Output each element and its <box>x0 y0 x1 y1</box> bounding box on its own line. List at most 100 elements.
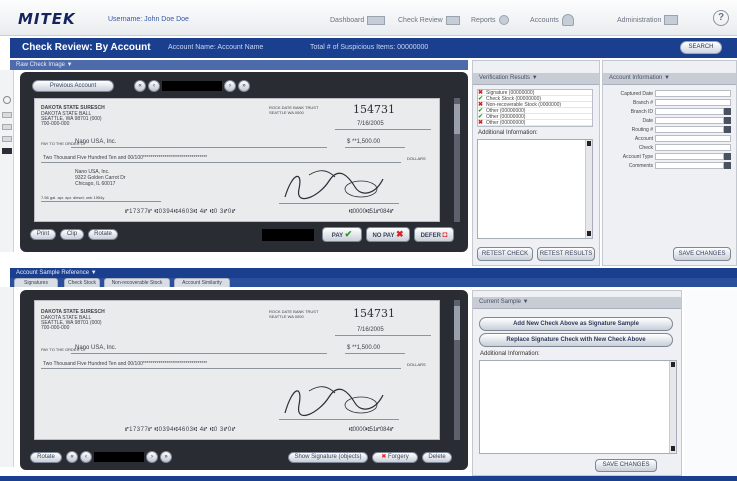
account-field-row: Check <box>603 143 736 152</box>
show-signature-button[interactable]: Show Signature (objects) <box>288 452 368 463</box>
account-fields: Captured Date Branch # Branch ID Date Ro… <box>603 89 736 170</box>
add-sample-button[interactable]: Add New Check Above as Signature Sample <box>479 317 673 331</box>
dropdown-arrow-icon[interactable] <box>724 153 731 160</box>
scroll-up-icon[interactable] <box>587 141 591 146</box>
last-page-icon[interactable]: » <box>238 80 250 92</box>
retest-results-button[interactable]: RETEST RESULTS <box>537 247 595 261</box>
account-field-row: Account <box>603 134 736 143</box>
verification-header[interactable]: Verification Results ▼ <box>473 73 599 85</box>
current-sample-header[interactable]: Current Sample ▼ <box>473 297 681 309</box>
account-type-select[interactable] <box>655 153 724 160</box>
micr-amount: ⑆0000⑆51⑈084⑈ <box>349 209 394 215</box>
signature-image <box>284 386 384 416</box>
scroll-thumb[interactable] <box>454 306 460 340</box>
forgery-label: Forgery <box>388 454 409 460</box>
first-page-icon[interactable]: « <box>134 80 146 92</box>
verification-item[interactable]: ✖ Other (00000000) <box>478 120 592 126</box>
routing-select[interactable] <box>655 126 724 133</box>
sample-rotate-button[interactable]: Rotate <box>30 452 62 463</box>
sample-additional-info-textarea[interactable] <box>479 360 677 454</box>
nav-administration[interactable]: Administration <box>617 13 679 27</box>
dropdown-arrow-icon[interactable] <box>724 162 731 169</box>
account-info-header[interactable]: Account Information ▼ <box>603 73 736 85</box>
scroll-up-icon[interactable] <box>671 362 675 367</box>
save-changes-button[interactable]: SAVE CHANGES <box>673 247 731 261</box>
nav-reports[interactable]: Reports <box>471 13 509 27</box>
account-sample-reference-header[interactable]: Account Sample Reference ▼ <box>10 268 737 278</box>
retest-check-button[interactable]: RETEST CHECK <box>477 247 533 261</box>
viewer-scrollbar[interactable] <box>454 98 460 222</box>
verification-item-label: Other (00000000) <box>486 119 526 126</box>
replace-sample-button[interactable]: Replace Signature Check with New Check A… <box>479 333 673 347</box>
additional-info-textarea[interactable] <box>477 139 593 239</box>
no-pay-button[interactable]: NO PAY ✖ <box>366 227 410 242</box>
memo-line <box>41 201 161 202</box>
written-line <box>41 368 401 369</box>
nav-accounts[interactable]: Accounts <box>530 13 574 27</box>
field-label: Account Type <box>622 153 653 160</box>
delete-button[interactable]: Delete <box>422 452 452 463</box>
sample-viewer-scrollbar[interactable] <box>454 300 460 440</box>
prev-page-icon[interactable]: ‹ <box>148 80 160 92</box>
search-button[interactable]: SEARCH <box>680 41 722 54</box>
branch-id-select[interactable] <box>655 108 724 115</box>
signature-line <box>279 419 399 420</box>
branch-number-field[interactable] <box>655 99 731 106</box>
nav-dashboard[interactable]: Dashboard <box>330 13 386 27</box>
dropdown-arrow-icon[interactable] <box>724 126 731 133</box>
suspicious-total-label: Total # of Suspicious Items: 00000000 <box>310 44 429 51</box>
tool-icon[interactable] <box>2 112 12 118</box>
scroll-thumb[interactable] <box>454 104 460 134</box>
account-field-row: Branch # <box>603 98 736 107</box>
sample-rotate-label: Rotate <box>37 454 55 460</box>
verification-panel: Verification Results ▼ ✖ Signature (00000… <box>472 60 600 266</box>
forgery-button[interactable]: ✖ Forgery <box>372 452 418 463</box>
previous-account-button[interactable]: Previous Account <box>32 80 114 92</box>
raw-check-image-header[interactable]: Raw Check Image ▼ <box>10 60 468 70</box>
check-field[interactable] <box>655 144 731 151</box>
dropdown-arrow-icon[interactable] <box>724 117 731 124</box>
tool-icon[interactable] <box>2 136 12 142</box>
payee-name: Nano USA, Inc. <box>75 345 117 351</box>
current-sample-panel: Current Sample ▼ Add New Check Above as … <box>472 290 682 476</box>
clip-button[interactable]: Clip <box>60 229 84 240</box>
rotate-label: Rotate <box>94 231 112 237</box>
next-page-icon[interactable]: › <box>224 80 236 92</box>
field-label: Branch ID <box>630 108 653 115</box>
print-button[interactable]: Print <box>30 229 56 240</box>
defer-button[interactable]: DEFER ◘ <box>414 227 454 242</box>
amount-line <box>345 353 405 354</box>
account-field[interactable] <box>655 135 731 142</box>
textarea-scrollbar[interactable] <box>669 361 676 453</box>
zoom-icon[interactable] <box>3 96 11 104</box>
account-field-row: Date <box>603 116 736 125</box>
comments-select[interactable] <box>655 162 724 169</box>
written-amount: Two Thousand Five Hundred Ten and 00/100… <box>43 155 208 161</box>
tool-icon[interactable] <box>2 148 12 154</box>
captured-date-field[interactable] <box>655 90 731 97</box>
dropdown-arrow-icon[interactable] <box>724 108 731 115</box>
first-page-icon[interactable]: « <box>66 451 78 463</box>
help-icon[interactable]: ? <box>713 10 729 26</box>
tab-signatures[interactable]: Signatures <box>14 278 58 287</box>
next-page-icon[interactable]: › <box>146 451 158 463</box>
last-page-icon[interactable]: » <box>160 451 172 463</box>
tab-bar: Signatures Check Stock Non-recoverable S… <box>10 278 737 287</box>
rotate-button[interactable]: Rotate <box>88 229 118 240</box>
pay-button[interactable]: PAY ✔ <box>322 227 362 242</box>
nav-accounts-label: Accounts <box>530 16 559 24</box>
scroll-down-icon[interactable] <box>671 446 675 451</box>
previous-account-label: Previous Account <box>49 83 97 89</box>
date-select[interactable] <box>655 117 724 124</box>
tab-account-similarity[interactable]: Account Similarity <box>174 278 230 287</box>
nav-check-review[interactable]: Check Review <box>398 13 460 27</box>
sample-save-changes-button[interactable]: SAVE CHANGES <box>595 459 657 472</box>
prev-page-icon[interactable]: ‹ <box>80 451 92 463</box>
tool-icon[interactable] <box>2 124 12 130</box>
tab-non-recoverable-stock[interactable]: Non-recoverable Stock <box>104 278 170 287</box>
textarea-scrollbar[interactable] <box>585 140 592 238</box>
scroll-down-icon[interactable] <box>587 231 591 236</box>
field-label: Branch # <box>632 99 653 106</box>
check-image: DAKOTA STATE SURESCH DAKOTA STATE BALL S… <box>34 98 440 222</box>
tab-check-stock[interactable]: Check Stock <box>64 278 100 287</box>
